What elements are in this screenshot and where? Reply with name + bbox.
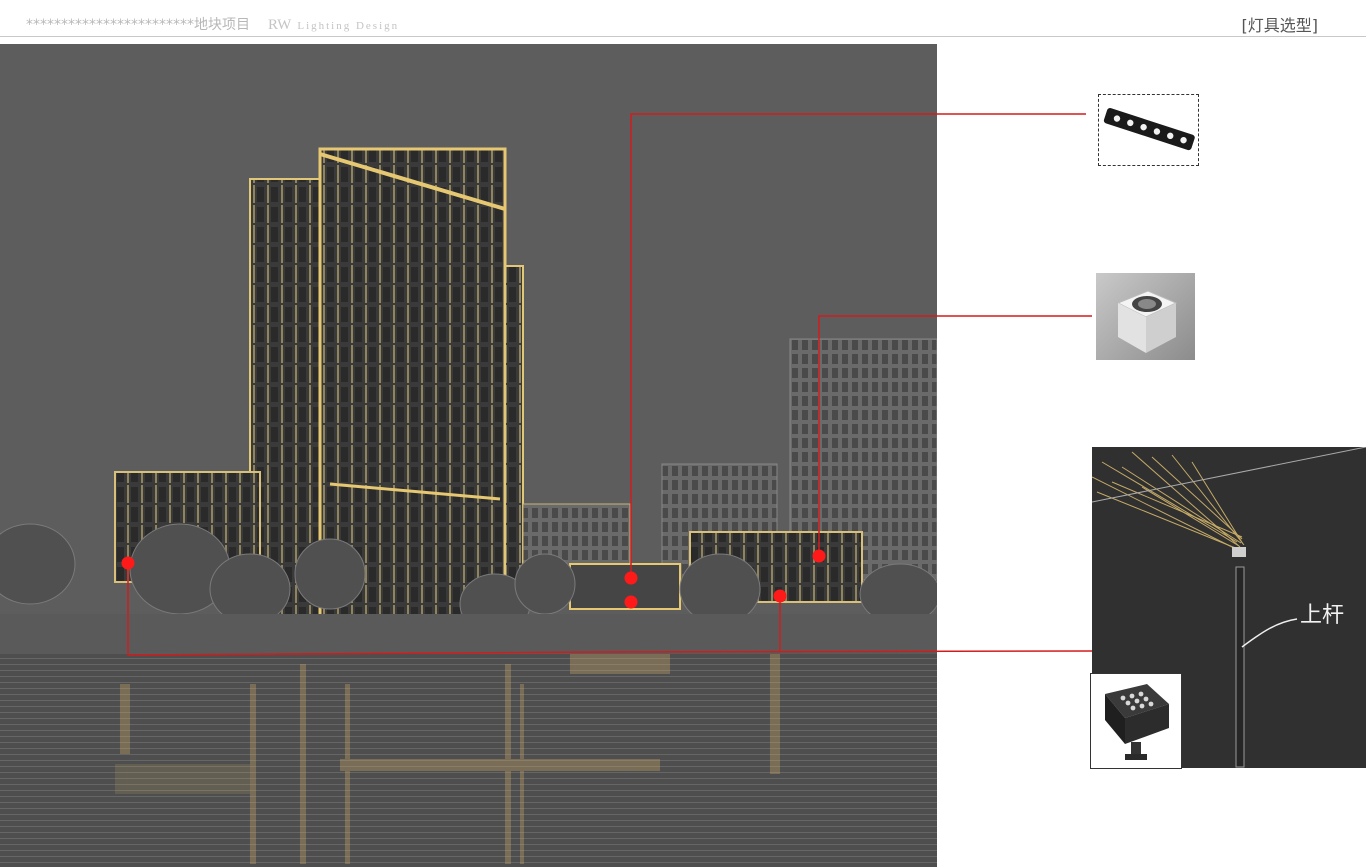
building-render <box>0 44 937 867</box>
main-tower <box>249 147 524 621</box>
brand-tagline: Lighting Design <box>297 20 400 32</box>
linear-led-fixture-thumbnail[interactable] <box>1098 94 1199 166</box>
square-spotlight-thumbnail[interactable] <box>1096 273 1195 360</box>
section-title: [灯具选型] <box>1241 16 1319 35</box>
brand-logo: RW <box>268 17 292 33</box>
project-name: ************************地块项目 <box>26 17 250 33</box>
header-divider <box>0 36 1366 37</box>
project-title: ************************地块项目 RW Lighting D… <box>26 14 399 34</box>
floodlight-icon <box>1105 684 1169 760</box>
sketch-annotation: 上杆 <box>1300 603 1344 628</box>
linear-led-fixture-icon <box>1103 108 1195 151</box>
night-rendering-image <box>0 44 937 867</box>
floodlight-thumbnail[interactable] <box>1090 673 1182 769</box>
page-header: ************************地块项目 RW Lighting D… <box>0 0 1366 40</box>
square-spotlight-icon <box>1116 290 1178 353</box>
